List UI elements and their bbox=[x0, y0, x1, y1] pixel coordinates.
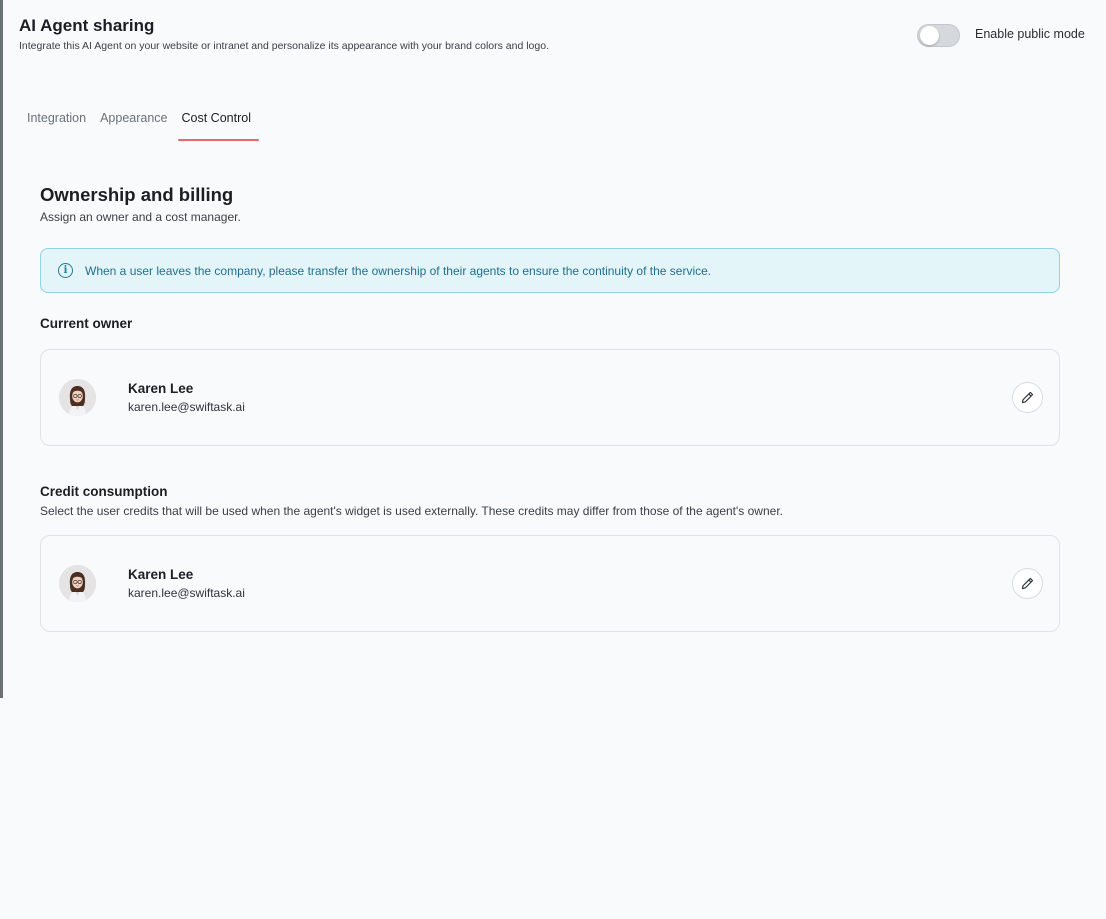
tab-appearance[interactable]: Appearance bbox=[96, 106, 171, 141]
page-subtitle: Integrate this AI Agent on your website … bbox=[19, 40, 549, 52]
pencil-icon bbox=[1021, 577, 1034, 590]
edit-owner-button[interactable] bbox=[1012, 382, 1043, 413]
owner-name: Karen Lee bbox=[128, 381, 194, 396]
left-edge-bar bbox=[0, 0, 3, 698]
owner-email: karen.lee@swiftask.ai bbox=[128, 400, 245, 414]
avatar bbox=[59, 379, 96, 416]
credit-consumption-heading: Credit consumption bbox=[40, 484, 168, 499]
toggle-knob bbox=[920, 26, 939, 45]
tab-integration[interactable]: Integration bbox=[23, 106, 90, 141]
section-subtitle: Assign an owner and a cost manager. bbox=[40, 210, 241, 224]
page: AI Agent sharing Integrate this AI Agent… bbox=[0, 0, 1106, 919]
section-title: Ownership and billing bbox=[40, 184, 234, 205]
pencil-icon bbox=[1021, 391, 1034, 404]
tab-bar: Integration Appearance Cost Control bbox=[23, 106, 261, 142]
credit-user-card: Karen Lee karen.lee@swiftask.ai bbox=[40, 535, 1060, 632]
credit-consumption-description: Select the user credits that will be use… bbox=[40, 504, 783, 518]
current-owner-heading: Current owner bbox=[40, 316, 133, 331]
credit-user-name: Karen Lee bbox=[128, 567, 194, 582]
info-banner-text: When a user leaves the company, please t… bbox=[85, 263, 712, 278]
page-title: AI Agent sharing bbox=[19, 16, 155, 35]
public-mode-label: Enable public mode bbox=[975, 27, 1085, 41]
info-banner: i When a user leaves the company, please… bbox=[40, 248, 1060, 293]
edit-credit-user-button[interactable] bbox=[1012, 568, 1043, 599]
current-owner-card: Karen Lee karen.lee@swiftask.ai bbox=[40, 349, 1060, 446]
tab-cost-control[interactable]: Cost Control bbox=[177, 106, 260, 141]
avatar bbox=[59, 565, 96, 602]
credit-user-email: karen.lee@swiftask.ai bbox=[128, 586, 245, 600]
public-mode-toggle[interactable] bbox=[917, 24, 960, 47]
info-icon: i bbox=[58, 263, 73, 278]
